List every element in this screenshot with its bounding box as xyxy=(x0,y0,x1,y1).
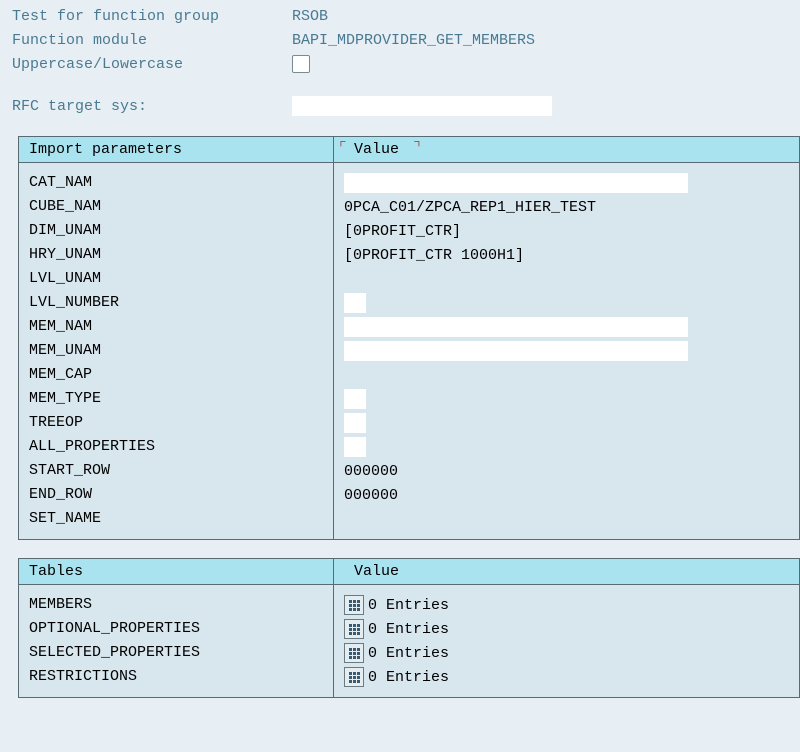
fn-group-value: RSOB xyxy=(292,8,328,25)
table-value-selected_properties[interactable]: 0 Entries xyxy=(334,641,799,665)
import-header-value-text: Value xyxy=(344,141,399,158)
details-icon[interactable] xyxy=(344,619,364,639)
param-name-mem_cap: MEM_CAP xyxy=(29,363,323,387)
param-value-lvl_unam xyxy=(334,267,799,291)
fn-group-label: Test for function group xyxy=(12,8,292,25)
cursor-left-mark: ⌜ xyxy=(338,137,348,157)
tables-table: Tables Value MEMBERSOPTIONAL_PROPERTIESS… xyxy=(18,558,800,698)
param-name-lvl_number: LVL_NUMBER xyxy=(29,291,323,315)
fn-module-label: Function module xyxy=(12,32,292,49)
import-header-value[interactable]: ⌜ Value ⌝ xyxy=(334,137,799,162)
param-text-cube_nam: 0PCA_C01/ZPCA_REP1_HIER_TEST xyxy=(344,199,596,216)
tables-header-row: Tables Value xyxy=(19,559,799,585)
tables-body: MEMBERSOPTIONAL_PROPERTIESSELECTED_PROPE… xyxy=(19,585,799,697)
details-icon[interactable] xyxy=(344,643,364,663)
import-header-row: Import parameters ⌜ Value ⌝ xyxy=(19,137,799,163)
fn-group-row: Test for function group RSOB xyxy=(12,4,788,28)
param-value-end_row[interactable]: 000000 xyxy=(334,483,799,507)
param-value-dim_unam[interactable]: [0PROFIT_CTR] xyxy=(334,219,799,243)
cursor-right-mark: ⌝ xyxy=(412,137,422,157)
param-name-cat_nam: CAT_NAM xyxy=(29,171,323,195)
rfc-row: RFC target sys: xyxy=(12,94,788,118)
param-value-cube_nam[interactable]: 0PCA_C01/ZPCA_REP1_HIER_TEST xyxy=(334,195,799,219)
param-value-mem_nam[interactable] xyxy=(334,315,799,339)
header-area: Test for function group RSOB Function mo… xyxy=(0,0,800,136)
param-value-start_row[interactable]: 000000 xyxy=(334,459,799,483)
table-name-selected_properties: SELECTED_PROPERTIES xyxy=(29,641,323,665)
param-name-dim_unam: DIM_UNAM xyxy=(29,219,323,243)
table-value-members[interactable]: 0 Entries xyxy=(334,593,799,617)
fn-module-value: BAPI_MDPROVIDER_GET_MEMBERS xyxy=(292,32,535,49)
param-text-dim_unam: [0PROFIT_CTR] xyxy=(344,223,461,240)
table-value-restrictions[interactable]: 0 Entries xyxy=(334,665,799,689)
table-entries-text: 0 Entries xyxy=(368,669,449,686)
param-name-mem_unam: MEM_UNAM xyxy=(29,339,323,363)
param-input-mem_type[interactable] xyxy=(344,389,366,409)
case-row: Uppercase/Lowercase xyxy=(12,52,788,76)
param-input-lvl_number[interactable] xyxy=(344,293,366,313)
param-value-lvl_number[interactable] xyxy=(334,291,799,315)
param-input-mem_unam[interactable] xyxy=(344,341,688,361)
param-value-mem_type[interactable] xyxy=(334,387,799,411)
table-name-members: MEMBERS xyxy=(29,593,323,617)
param-value-hry_unam[interactable]: [0PROFIT_CTR 1000H1] xyxy=(334,243,799,267)
param-input-all_properties[interactable] xyxy=(344,437,366,457)
param-name-set_name: SET_NAME xyxy=(29,507,323,531)
param-text-hry_unam: [0PROFIT_CTR 1000H1] xyxy=(344,247,524,264)
details-icon[interactable] xyxy=(344,595,364,615)
rfc-target-input[interactable] xyxy=(292,96,552,116)
param-name-mem_type: MEM_TYPE xyxy=(29,387,323,411)
tables-header-param[interactable]: Tables xyxy=(19,559,334,584)
param-text-start_row: 000000 xyxy=(344,463,398,480)
param-name-all_properties: ALL_PROPERTIES xyxy=(29,435,323,459)
param-input-treeop[interactable] xyxy=(344,413,366,433)
param-name-mem_nam: MEM_NAM xyxy=(29,315,323,339)
fn-module-row: Function module BAPI_MDPROVIDER_GET_MEMB… xyxy=(12,28,788,52)
param-value-treeop[interactable] xyxy=(334,411,799,435)
import-body: CAT_NAMCUBE_NAMDIM_UNAMHRY_UNAMLVL_UNAML… xyxy=(19,163,799,539)
table-name-restrictions: RESTRICTIONS xyxy=(29,665,323,689)
import-header-param[interactable]: Import parameters xyxy=(19,137,334,162)
param-name-hry_unam: HRY_UNAM xyxy=(29,243,323,267)
param-input-cat_nam[interactable] xyxy=(344,173,688,193)
param-value-all_properties[interactable] xyxy=(334,435,799,459)
param-value-set_name xyxy=(334,507,799,531)
import-params-table: Import parameters ⌜ Value ⌝ CAT_NAMCUBE_… xyxy=(18,136,800,540)
tables-header-value-text: Value xyxy=(344,563,399,580)
table-value-optional_properties[interactable]: 0 Entries xyxy=(334,617,799,641)
param-value-cat_nam[interactable] xyxy=(334,171,799,195)
param-name-treeop: TREEOP xyxy=(29,411,323,435)
param-value-mem_unam[interactable] xyxy=(334,339,799,363)
table-entries-text: 0 Entries xyxy=(368,621,449,638)
table-name-optional_properties: OPTIONAL_PROPERTIES xyxy=(29,617,323,641)
param-name-end_row: END_ROW xyxy=(29,483,323,507)
param-text-end_row: 000000 xyxy=(344,487,398,504)
tables-header-value[interactable]: Value xyxy=(334,559,799,584)
rfc-label: RFC target sys: xyxy=(12,98,292,115)
param-name-start_row: START_ROW xyxy=(29,459,323,483)
param-name-lvl_unam: LVL_UNAM xyxy=(29,267,323,291)
table-entries-text: 0 Entries xyxy=(368,597,449,614)
param-input-mem_nam[interactable] xyxy=(344,317,688,337)
param-name-cube_nam: CUBE_NAM xyxy=(29,195,323,219)
uppercase-checkbox[interactable] xyxy=(292,55,310,73)
details-icon[interactable] xyxy=(344,667,364,687)
table-entries-text: 0 Entries xyxy=(368,645,449,662)
param-value-mem_cap xyxy=(334,363,799,387)
case-label: Uppercase/Lowercase xyxy=(12,56,292,73)
